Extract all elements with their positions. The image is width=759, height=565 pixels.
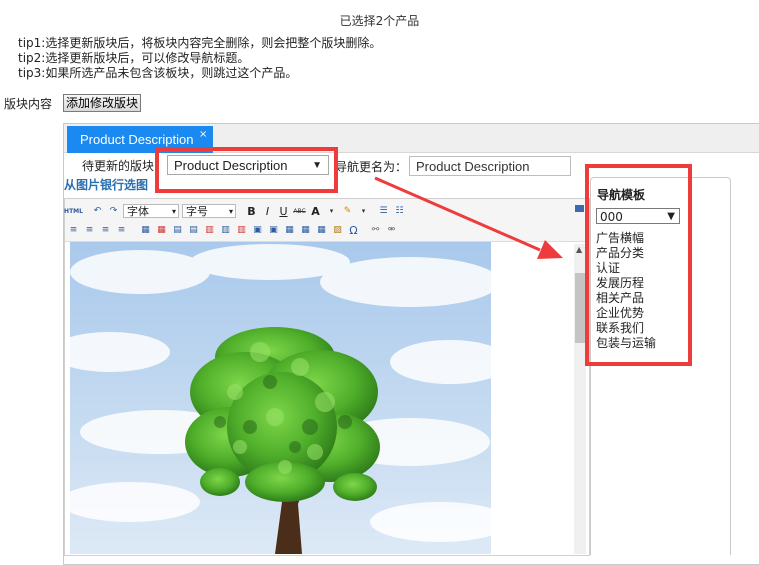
undo-icon[interactable]: ↶ xyxy=(91,205,104,218)
chevron-down-icon[interactable]: ▾ xyxy=(357,205,370,218)
align-center-icon[interactable]: ≡ xyxy=(83,224,96,237)
font-family-select[interactable]: 字体 ▾ xyxy=(123,204,179,218)
annotation-highlight-nav-panel xyxy=(585,164,692,366)
italic-icon[interactable]: I xyxy=(261,205,274,218)
toolbar-toggle-icon[interactable] xyxy=(575,205,584,212)
html-source-icon[interactable]: HTML xyxy=(64,205,83,218)
merge-cells-icon[interactable]: ▣ xyxy=(251,224,264,237)
font-color-icon[interactable]: A xyxy=(309,205,322,218)
rename-nav-input[interactable]: Product Description xyxy=(409,156,571,176)
strikethrough-icon[interactable]: ABC xyxy=(293,205,306,218)
delete-col-icon[interactable]: ▥ xyxy=(235,224,248,237)
link-icon[interactable]: ⚯ xyxy=(369,224,382,237)
cell-props-icon[interactable]: ▦ xyxy=(283,224,296,237)
add-modify-section-button[interactable]: 添加修改版块 xyxy=(63,94,142,112)
align-left-icon[interactable]: ≡ xyxy=(67,224,80,237)
image-icon[interactable]: ▨ xyxy=(331,224,344,237)
insert-grid-icon[interactable]: ▦ xyxy=(315,224,328,237)
highlight-color-icon[interactable]: ✎ xyxy=(341,205,354,218)
split-cells-icon[interactable]: ▣ xyxy=(267,224,280,237)
tree-image-svg xyxy=(70,242,491,554)
editor-toolbar-row-2: ≡ ≡ ≡ ≡ ▦ ▦ ▤ ▤ ▥ ▥ ▥ ▣ ▣ ▦ ▦ ▦ ▨ Ω ⚯ ⚮ xyxy=(67,222,398,238)
row-before-icon[interactable]: ▤ xyxy=(171,224,184,237)
align-justify-icon[interactable]: ≡ xyxy=(115,224,128,237)
table-properties-icon[interactable]: ▦ xyxy=(155,224,168,237)
chevron-down-icon: ▾ xyxy=(228,207,233,216)
chevron-down-icon[interactable]: ▾ xyxy=(325,205,338,218)
content-section-label: 版块内容 xyxy=(4,97,53,111)
underline-icon[interactable]: U xyxy=(277,205,290,218)
editor-toolbar-row-1: HTML ↶ ↷ 字体 ▾ 字号 ▾ B I U ABC A ▾ ✎ ▾ ☰ ☷ xyxy=(64,203,406,219)
row-after-icon[interactable]: ▤ xyxy=(187,224,200,237)
update-section-label: 待更新的版块 xyxy=(82,159,155,173)
col-before-icon[interactable]: ▥ xyxy=(219,224,232,237)
font-size-select[interactable]: 字号 ▾ xyxy=(182,204,236,218)
tab-close-icon[interactable]: × xyxy=(199,130,207,140)
tip-2: tip2:选择更新版块后，可以修改导航标题。 xyxy=(18,51,250,65)
row-props-icon[interactable]: ▦ xyxy=(299,224,312,237)
image-bank-link[interactable]: 从图片银行选图 xyxy=(64,176,148,193)
special-char-icon[interactable]: Ω xyxy=(347,224,360,237)
page-title: 已选择2个产品 xyxy=(339,14,420,28)
table-icon[interactable]: ▦ xyxy=(139,224,152,237)
tip-1: tip1:选择更新版块后，将板块内容完全删除，则会把整个版块删除。 xyxy=(18,36,382,50)
align-right-icon[interactable]: ≡ xyxy=(99,224,112,237)
tip-3: tip3:如果所选产品未包含该板块，则跳过这个产品。 xyxy=(18,66,298,80)
scroll-up-icon[interactable]: ▲ xyxy=(576,245,582,254)
annotation-highlight-select xyxy=(155,147,338,193)
font-size-label: 字号 xyxy=(186,205,208,218)
tips-block: tip1:选择更新版块后，将板块内容完全删除，则会把整个版块删除。 tip2:选… xyxy=(18,36,381,81)
font-family-label: 字体 xyxy=(127,205,149,218)
unlink-icon[interactable]: ⚮ xyxy=(385,224,398,237)
editor-scroll-thumb[interactable] xyxy=(575,273,585,343)
delete-row-icon[interactable]: ▥ xyxy=(203,224,216,237)
chevron-down-icon: ▾ xyxy=(171,207,176,216)
bullet-list-icon[interactable]: ☰ xyxy=(377,205,390,218)
bold-icon[interactable]: B xyxy=(245,205,258,218)
rename-nav-label: 导航更名为： xyxy=(335,160,408,174)
redo-icon[interactable]: ↷ xyxy=(107,205,120,218)
numbered-list-icon[interactable]: ☷ xyxy=(393,205,406,218)
tree-product-image xyxy=(70,242,491,554)
